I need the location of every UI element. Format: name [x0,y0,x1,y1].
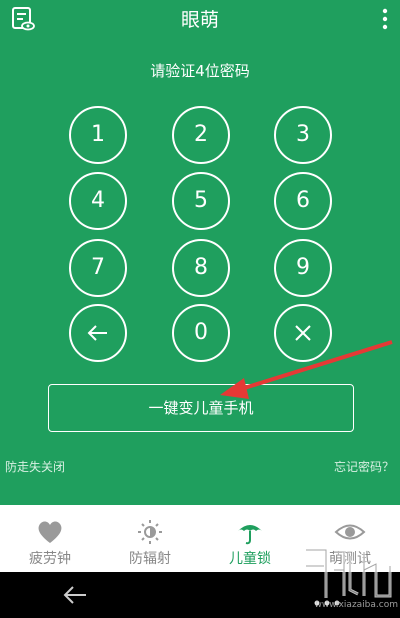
key-7[interactable]: 7 [69,239,127,297]
umbrella-icon [234,519,266,545]
key-0[interactable]: 0 [172,304,230,362]
nav-label: 疲劳钟 [29,551,71,567]
key-8[interactable]: 8 [172,239,230,297]
key-3[interactable]: 3 [274,106,332,164]
main-area: 眼萌 请验证4位密码 1 2 3 4 5 6 7 8 9 0 一键变儿童手机 防… [0,0,400,505]
more-vertical-icon[interactable] [382,8,388,30]
back-arrow-icon[interactable] [60,584,90,606]
close-icon [295,325,311,341]
eye-icon [334,519,366,545]
key-1[interactable]: 1 [69,106,127,164]
nav-item-fatigue-clock[interactable]: 疲劳钟 [0,505,100,572]
nav-label: 防辐射 [129,551,171,567]
key-clear[interactable] [274,304,332,362]
arrow-left-icon [87,325,107,341]
nav-item-child-lock[interactable]: 儿童锁 [200,505,300,572]
key-4[interactable]: 4 [69,172,127,230]
key-9[interactable]: 9 [274,239,332,297]
key-backspace[interactable] [69,304,127,362]
sun-icon [134,519,166,545]
top-bar: 眼萌 [0,0,400,38]
nav-item-cute-test[interactable]: 萌测试 [300,505,400,572]
system-nav-bar [0,572,400,618]
anti-lose-toggle[interactable]: 防走失关闭 [5,458,65,475]
key-2[interactable]: 2 [172,106,230,164]
password-prompt: 请验证4位密码 [150,62,250,80]
dots-icon[interactable] [312,592,342,606]
key-5[interactable]: 5 [172,172,230,230]
key-6[interactable]: 6 [274,172,332,230]
nav-label: 萌测试 [329,551,371,567]
heart-icon [34,519,66,545]
one-key-child-phone-button[interactable]: 一键变儿童手机 [48,384,354,432]
nav-label: 儿童锁 [229,551,271,567]
screen: 眼萌 请验证4位密码 1 2 3 4 5 6 7 8 9 0 一键变儿童手机 防… [0,0,400,618]
forgot-password-link[interactable]: 忘记密码？ [334,458,394,475]
nav-item-anti-radiation[interactable]: 防辐射 [100,505,200,572]
bottom-nav: 疲劳钟 防辐射 儿童锁 萌测试 [0,505,400,572]
app-title: 眼萌 [180,9,219,31]
